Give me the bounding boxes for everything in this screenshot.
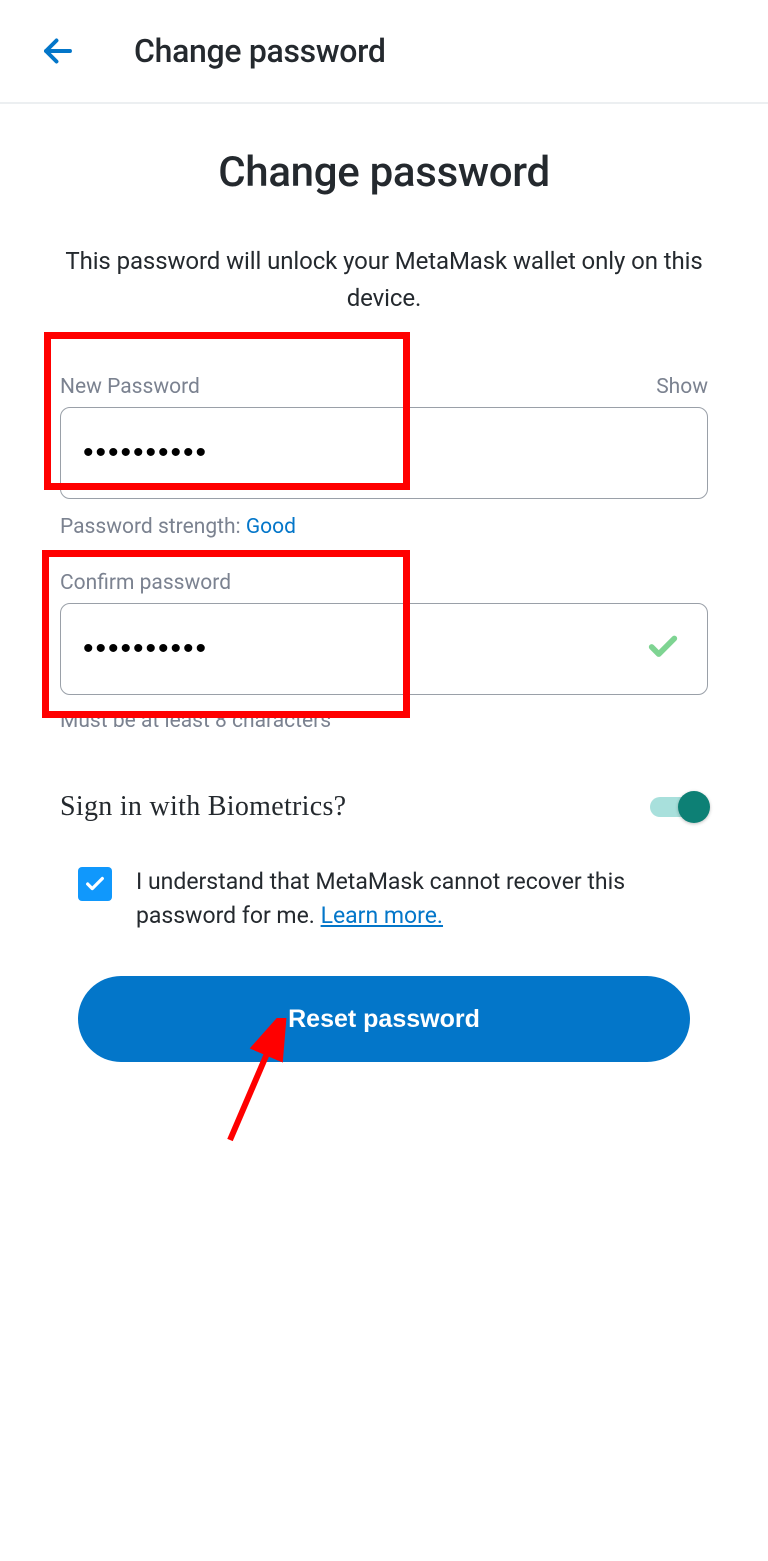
consent-row: I understand that MetaMask cannot recove… [60, 865, 708, 932]
page-title: Change password [60, 148, 708, 197]
check-icon [84, 873, 106, 895]
biometrics-toggle[interactable] [650, 791, 708, 823]
password-strength-row: Password strength: Good [60, 515, 708, 539]
confirm-password-hint: Must be at least 8 characters [60, 709, 708, 733]
new-password-label: New Password [60, 375, 200, 399]
back-button[interactable] [40, 33, 76, 69]
password-strength-value: Good [246, 515, 296, 539]
toggle-knob [678, 791, 710, 823]
show-password-link[interactable]: Show [656, 375, 708, 399]
checkmark-icon [646, 630, 680, 668]
confirm-password-group: Confirm password Must be at least 8 char… [60, 571, 708, 733]
new-password-group: New Password Show Password strength: Goo… [60, 375, 708, 539]
app-header: Change password [0, 0, 768, 104]
learn-more-link[interactable]: Learn more. [321, 902, 443, 929]
password-strength-label: Password strength: [60, 515, 246, 539]
biometrics-row: Sign in with Biometrics? [60, 791, 708, 823]
consent-text: I understand that MetaMask cannot recove… [136, 865, 708, 932]
confirm-password-label: Confirm password [60, 571, 231, 595]
content-area: Change password This password will unloc… [0, 104, 768, 1062]
arrow-left-icon [40, 33, 76, 69]
biometrics-label: Sign in with Biometrics? [60, 791, 346, 823]
consent-checkbox[interactable] [78, 867, 112, 901]
new-password-input[interactable] [60, 407, 708, 499]
header-title: Change password [134, 32, 386, 70]
confirm-password-input[interactable] [60, 603, 708, 695]
page-subtitle: This password will unlock your MetaMask … [60, 243, 708, 317]
reset-password-button[interactable]: Reset password [78, 976, 690, 1062]
